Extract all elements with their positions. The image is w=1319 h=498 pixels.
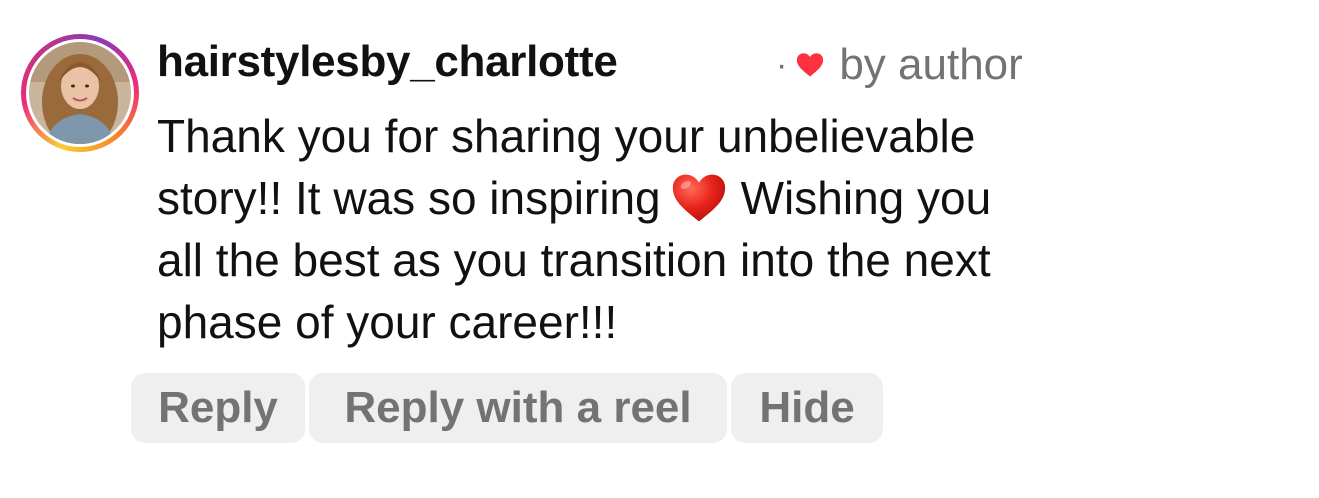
comment-text-segment: story!! It was so inspiring (157, 172, 661, 224)
comment-text-line: story!! It was so inspiring Wishing you (157, 167, 1197, 229)
avatar[interactable] (29, 42, 131, 144)
liked-by-author-indicator: · by author (776, 39, 1023, 91)
heart-icon (797, 53, 824, 77)
meta-separator: · (776, 45, 788, 84)
comment-username[interactable]: hairstylesby_charlotte (157, 37, 618, 87)
comment-text-segment: Wishing you (740, 172, 992, 224)
red-heart-emoji-icon (672, 174, 725, 222)
comment: hairstylesby_charlotte · by author Thank… (0, 0, 1319, 498)
comment-text-line: phase of your career!!! (157, 296, 618, 348)
reply-button[interactable]: Reply (131, 373, 305, 443)
comment-text: Thank you for sharing your unbelievable … (157, 105, 1197, 353)
hide-button[interactable]: Hide (731, 373, 883, 443)
avatar-story-ring[interactable] (21, 34, 139, 152)
liked-by-author-label: by author (839, 40, 1023, 89)
comment-text-line: all the best as you transition into the … (157, 234, 991, 286)
avatar-photo (29, 42, 131, 144)
reply-with-reel-button[interactable]: Reply with a reel (309, 373, 727, 443)
comment-actions: Reply Reply with a reel Hide (131, 373, 887, 443)
comment-text-line: Thank you for sharing your unbelievable (157, 110, 976, 162)
